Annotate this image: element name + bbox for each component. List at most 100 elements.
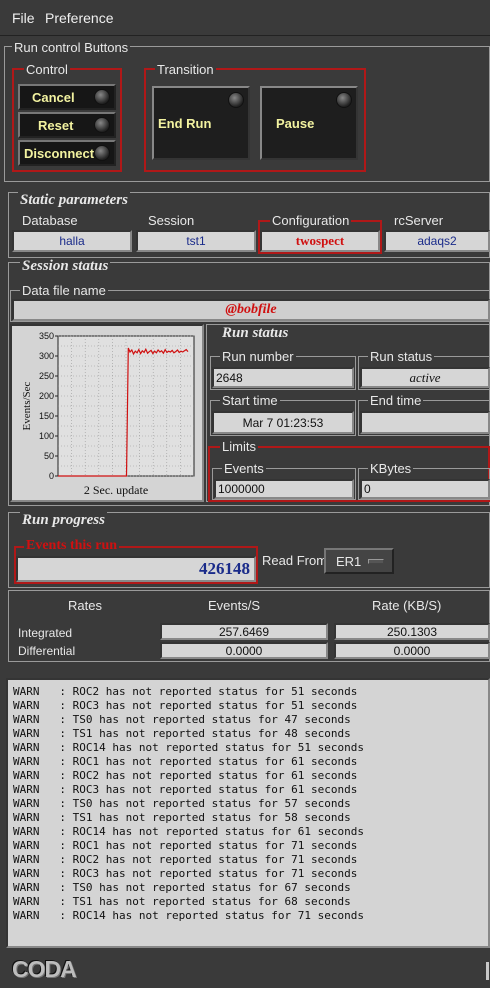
end-time-field (360, 411, 490, 434)
run-state-field: active (360, 367, 490, 388)
limit-events-field[interactable]: 1000000 (214, 479, 354, 499)
events-s-header: Events/S (208, 598, 261, 613)
disconnect-button[interactable]: Disconnect (18, 140, 116, 166)
limits-label: Limits (220, 439, 258, 454)
rcserver-field: adaqs2 (384, 230, 490, 252)
transition-title: Transition (155, 62, 216, 77)
log-line: WARN : ROC3 has not reported status for … (13, 783, 358, 796)
events-this-run-field: 426148 (16, 556, 256, 582)
log-line: WARN : TS0 has not reported status for 6… (13, 881, 351, 894)
integrated-events-value: 257.6469 (218, 624, 270, 639)
rcserver-label: rcServer (392, 213, 446, 228)
end-time-label: End time (368, 393, 424, 408)
database-field: halla (12, 230, 132, 252)
configuration-field[interactable]: twospect (260, 230, 380, 252)
differential-events-value: 0.0000 (225, 643, 263, 658)
log-line: WARN : ROC14 has not reported status for… (13, 909, 364, 922)
menu-file[interactable]: File (12, 10, 35, 26)
limit-events-value: 1000000 (218, 482, 265, 496)
start-time-label: Start time (220, 393, 280, 408)
option-menu-icon (368, 559, 384, 564)
end-run-led-icon (228, 92, 244, 108)
static-params-title: Static parameters (18, 192, 130, 209)
resize-handle[interactable] (486, 962, 489, 980)
limit-events-label: Events (222, 461, 266, 476)
run-state-value: active (409, 369, 441, 385)
datafile-field: @bobfile (12, 299, 490, 321)
pause-led-icon (336, 92, 352, 108)
message-log[interactable]: WARN : ROC2 has not reported status for … (6, 678, 490, 948)
events-this-run-value: 426148 (199, 559, 250, 578)
read-from-select[interactable]: ER1 (324, 548, 394, 574)
reset-button[interactable]: Reset (18, 112, 116, 138)
y-tick-label: 50 (44, 451, 54, 461)
x-axis-label: 2 Sec. update (84, 483, 148, 497)
log-line: WARN : TS1 has not reported status for 6… (13, 895, 351, 908)
run-status-title: Run status (220, 325, 291, 342)
disconnect-led-icon (94, 145, 110, 161)
y-tick-label: 0 (49, 471, 54, 481)
coda-logo: CODA (12, 956, 77, 982)
reset-label: Reset (38, 117, 74, 133)
differential-rate-field: 0.0000 (334, 642, 490, 659)
run-number-value: 2648 (216, 370, 243, 385)
log-line: WARN : ROC14 has not reported status for… (13, 741, 364, 754)
log-line: WARN : ROC14 has not reported status for… (13, 825, 364, 838)
y-tick-label: 250 (39, 371, 54, 381)
rate-chart: 350 300 250 200 150 100 50 0 Events/Sec 2 Sec. up… (21, 331, 195, 497)
log-line: WARN : TS0 has not reported status for 5… (13, 797, 351, 810)
limit-kbytes-label: KBytes (368, 461, 414, 476)
end-run-label: End Run (158, 115, 212, 131)
log-line: WARN : TS1 has not reported status for 5… (13, 811, 351, 824)
configuration-value: twospect (295, 233, 345, 248)
session-field: tst1 (136, 230, 256, 252)
y-axis-label: Events/Sec (21, 381, 33, 430)
read-from-value: ER1 (336, 553, 362, 569)
database-value: halla (59, 234, 85, 248)
log-line: WARN : ROC3 has not reported status for … (13, 699, 358, 712)
start-time-value: Mar 7 01:23:53 (242, 415, 324, 430)
integrated-label: Integrated (18, 626, 73, 640)
differential-label: Differential (18, 644, 76, 658)
rates-header: Rates (68, 598, 102, 613)
database-label: Database (20, 213, 80, 228)
reset-led-icon (94, 117, 110, 133)
y-tick-label: 100 (39, 431, 54, 441)
start-time-field: Mar 7 01:23:53 (212, 411, 354, 434)
events-this-run-label: Events this run (24, 538, 120, 554)
log-line: WARN : ROC2 has not reported status for … (13, 769, 358, 782)
datafile-value: @bobfile (225, 302, 277, 317)
y-tick-label: 350 (39, 331, 54, 341)
log-line: WARN : ROC2 has not reported status for … (13, 685, 358, 698)
session-status-title: Session status (20, 258, 111, 275)
control-title: Control (24, 62, 70, 77)
log-line: WARN : TS1 has not reported status for 4… (13, 727, 351, 740)
end-run-button[interactable]: End Run (152, 86, 250, 160)
log-line: WARN : ROC2 has not reported status for … (13, 853, 358, 866)
differential-events-field: 0.0000 (160, 642, 328, 659)
datafile-label: Data file name (20, 283, 108, 298)
rcserver-value: adaqs2 (417, 234, 457, 248)
log-line: WARN : ROC1 has not reported status for … (13, 839, 358, 852)
cancel-label: Cancel (32, 89, 75, 105)
integrated-rate-field: 250.1303 (334, 623, 490, 640)
cancel-button[interactable]: Cancel (18, 84, 116, 110)
y-tick-label: 200 (39, 391, 54, 401)
log-line: WARN : ROC3 has not reported status for … (13, 867, 358, 880)
session-label: Session (146, 213, 197, 228)
pause-label: Pause (276, 115, 315, 131)
log-line: WARN : TS0 has not reported status for 4… (13, 713, 351, 726)
run-number-field: 2648 (212, 367, 354, 388)
limit-kbytes-field[interactable]: 0 (360, 479, 490, 499)
integrated-rate-value: 250.1303 (386, 624, 438, 639)
disconnect-label: Disconnect (24, 145, 95, 161)
run-number-label: Run number (220, 349, 296, 364)
menu-preference[interactable]: Preference (45, 10, 113, 26)
read-from-label: Read From: (262, 553, 331, 568)
y-tick-label: 150 (39, 411, 54, 421)
run-control-title: Run control Buttons (12, 40, 131, 55)
pause-button[interactable]: Pause (260, 86, 358, 160)
configuration-label: Configuration (270, 213, 352, 228)
run-state-label: Run status (368, 349, 435, 364)
log-line: WARN : ROC1 has not reported status for … (13, 755, 358, 768)
